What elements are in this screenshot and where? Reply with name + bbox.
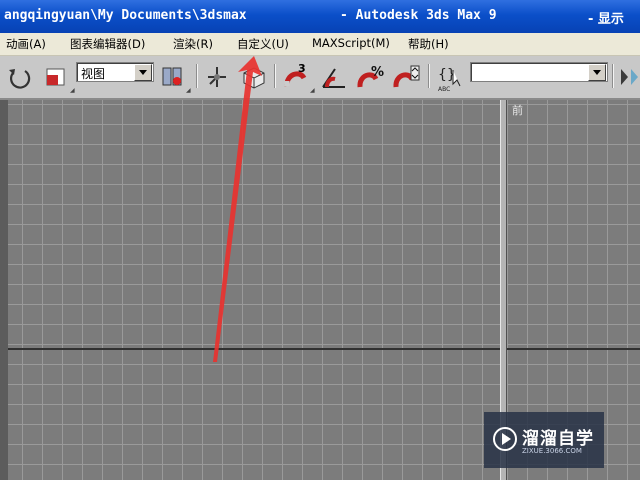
chevron-down-icon[interactable]: [134, 64, 152, 81]
menu-rendering[interactable]: 渲染(R): [173, 36, 213, 52]
perspective-viewport[interactable]: [8, 100, 500, 480]
keyboard-shortcut-override-icon[interactable]: [240, 64, 268, 90]
reference-coordinate-value: 视图: [81, 67, 106, 81]
grid-home-axis: [507, 348, 640, 350]
menu-bar: 动画(A) 图表编辑器(D) 渲染(R) 自定义(U) MAXScript(M)…: [0, 33, 640, 56]
play-logo-icon: [493, 427, 517, 451]
menu-graph-editors[interactable]: 图表编辑器(D): [70, 36, 145, 52]
reference-coordinate-dropdown[interactable]: 视图: [76, 62, 154, 82]
menu-help[interactable]: 帮助(H): [408, 36, 449, 52]
menu-animation[interactable]: 动画(A): [6, 36, 46, 52]
toolbar-separator: [274, 64, 276, 88]
watermark-url: ZIXUE.3066.COM: [522, 447, 582, 455]
toolbar-separator: [428, 64, 430, 88]
spinner-snap-icon[interactable]: [392, 63, 422, 91]
menu-maxscript[interactable]: MAXScript(M): [312, 36, 390, 50]
front-viewport-label[interactable]: 前: [512, 102, 523, 118]
menu-customize[interactable]: 自定义(U): [237, 36, 289, 52]
command-panel-edge: [0, 100, 8, 480]
watermark: 溜溜自学 ZIXUE.3066.COM: [484, 412, 604, 468]
mirror-icon[interactable]: [618, 65, 640, 89]
toolbar-separator: [196, 64, 198, 88]
named-selection-dropdown[interactable]: [470, 62, 608, 82]
edit-named-selection-icon[interactable]: {} ABC: [436, 62, 466, 94]
percent-snap-icon[interactable]: %: [356, 63, 386, 91]
snap-dimension-label: 3: [298, 62, 306, 75]
window-title-tail: - 显示: [588, 12, 624, 27]
select-rotate-icon[interactable]: [6, 65, 32, 89]
title-bar: angqingyuan\My Documents\3dsmax - Autode…: [0, 0, 640, 33]
flyout-mark: ◢: [186, 87, 191, 94]
chevron-down-icon[interactable]: [588, 64, 606, 81]
angle-snap-icon[interactable]: [319, 63, 349, 91]
window-app-title: - Autodesk 3ds Max 9: [340, 8, 497, 23]
main-toolbar: ◢ 视图 ◢ 3 ◢ % {} ABC: [0, 56, 640, 100]
watermark-name: 溜溜自学: [522, 429, 594, 449]
snaps-toggle-icon[interactable]: [282, 64, 312, 90]
select-manipulate-icon[interactable]: [203, 64, 231, 90]
select-scale-icon[interactable]: [44, 66, 68, 88]
flyout-mark: ◢: [70, 87, 75, 94]
grid-home-axis: [8, 348, 500, 350]
flyout-mark: ◢: [310, 87, 315, 94]
pivot-center-icon[interactable]: [160, 64, 186, 90]
svg-text:ABC: ABC: [438, 86, 450, 93]
window-path: angqingyuan\My Documents\3dsmax: [4, 8, 247, 23]
toolbar-separator: [612, 64, 614, 88]
svg-text:%: %: [371, 65, 384, 80]
